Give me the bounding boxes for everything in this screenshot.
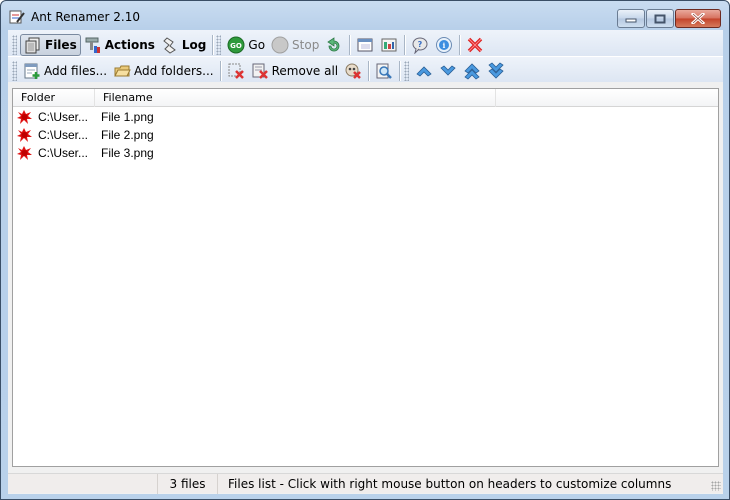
svg-text:i: i (443, 41, 446, 50)
maximize-icon (654, 14, 666, 23)
exit-button[interactable] (463, 34, 487, 56)
undo-button[interactable] (322, 34, 346, 56)
go-button[interactable]: GO Go (224, 34, 268, 56)
about-button[interactable]: i (432, 34, 456, 56)
move-down-icon (440, 65, 456, 76)
app-icon (9, 10, 25, 24)
separator (459, 35, 461, 55)
main-toolbar: Files Actions Log GO Go Stop ? i (8, 32, 487, 58)
window-title: Ant Renamer 2.10 (31, 10, 141, 24)
move-bottom-icon (488, 62, 504, 79)
log-label: Log (181, 38, 207, 52)
filename-cell: File 1.png (101, 110, 154, 124)
resize-grip[interactable] (711, 481, 721, 491)
filename-cell: File 2.png (101, 128, 154, 142)
move-up-button[interactable] (412, 60, 436, 82)
list-item[interactable]: C:\User... File 1.png (13, 108, 154, 126)
log-tab-button[interactable]: Log (158, 34, 209, 56)
remove-all-button[interactable]: Remove all (248, 60, 342, 82)
maximize-button[interactable] (646, 9, 674, 28)
add-folders-icon (114, 65, 131, 77)
add-files-label: Add files... (44, 64, 108, 78)
files-icon (25, 37, 40, 54)
svg-text:?: ? (418, 40, 423, 49)
add-folders-label: Add folders... (134, 64, 214, 78)
move-top-button[interactable] (460, 60, 484, 82)
go-label: Go (248, 38, 266, 52)
title-bar[interactable]: Ant Renamer 2.10 (1, 1, 729, 31)
remove-selected-icon (228, 63, 244, 79)
files-label: Files (45, 38, 77, 52)
actions-label: Actions (104, 38, 155, 52)
column-header-folder[interactable]: Folder (13, 89, 95, 107)
status-bar: 3 files Files list - Click with right mo… (8, 473, 723, 494)
filename-cell: File 3.png (101, 146, 154, 160)
toolbar-grip[interactable] (12, 35, 17, 55)
settings-button[interactable] (377, 34, 401, 56)
separator (399, 61, 401, 81)
separator (349, 35, 351, 55)
move-bottom-button[interactable] (484, 60, 508, 82)
go-icon: GO (227, 36, 245, 54)
minimize-button[interactable] (617, 9, 645, 28)
preview-icon (376, 63, 393, 79)
undo-icon (327, 37, 340, 52)
list-item[interactable]: C:\User... File 3.png (13, 144, 154, 162)
remove-dead-icon (345, 63, 362, 79)
minimize-icon (625, 18, 637, 22)
help-icon: ? (412, 37, 428, 54)
window-icon (357, 38, 373, 52)
move-top-icon (464, 63, 480, 80)
toolbar-grip[interactable] (216, 35, 222, 55)
files-tab-button[interactable]: Files (20, 34, 81, 56)
stop-label: Stop (292, 38, 320, 52)
separator (404, 35, 406, 55)
error-icon (17, 146, 32, 160)
list-header: Folder Filename (13, 89, 718, 107)
remove-selected-button[interactable] (224, 60, 248, 82)
help-button[interactable]: ? (408, 34, 432, 56)
settings-icon (381, 38, 397, 52)
separator (368, 61, 370, 81)
actions-icon (85, 37, 100, 53)
toolbar-grip[interactable] (404, 61, 410, 81)
file-list[interactable]: Folder Filename C:\User... File 1.png C:… (12, 88, 719, 467)
stop-button[interactable]: Stop (268, 34, 322, 56)
stop-icon (271, 36, 289, 54)
add-files-button[interactable]: Add files... (20, 60, 110, 82)
column-header-filename[interactable]: Filename (95, 89, 496, 107)
info-icon: i (436, 37, 453, 53)
files-toolbar: Add files... Add folders... Remove all (8, 58, 508, 84)
remove-all-label: Remove all (271, 64, 339, 78)
client-area: Files Actions Log GO Go Stop ? i Add fil… (8, 30, 723, 494)
log-icon (163, 37, 176, 54)
close-button[interactable] (675, 9, 721, 28)
separator (212, 35, 214, 55)
move-up-icon (416, 66, 432, 77)
close-icon (691, 13, 705, 24)
add-files-icon (24, 63, 40, 79)
app-window: Ant Renamer 2.10 Files Actions Log GO Go… (0, 0, 730, 500)
status-hint: Files list - Click with right mouse butt… (228, 477, 672, 491)
error-icon (17, 128, 32, 142)
status-panel-empty (8, 474, 158, 494)
column-header-empty[interactable] (496, 89, 718, 107)
exit-icon (468, 37, 483, 53)
move-down-button[interactable] (436, 60, 460, 82)
list-item[interactable]: C:\User... File 2.png (13, 126, 154, 144)
remove-all-icon (252, 63, 268, 79)
remove-dead-button[interactable] (341, 60, 365, 82)
preview-button[interactable] (372, 60, 396, 82)
actions-tab-button[interactable]: Actions (81, 34, 158, 56)
window-button[interactable] (353, 34, 377, 56)
toolbar-grip[interactable] (12, 61, 17, 81)
add-folders-button[interactable]: Add folders... (110, 60, 217, 82)
svg-text:GO: GO (231, 42, 243, 50)
separator (219, 61, 221, 81)
error-icon (17, 110, 32, 124)
status-file-count: 3 files (158, 474, 218, 494)
